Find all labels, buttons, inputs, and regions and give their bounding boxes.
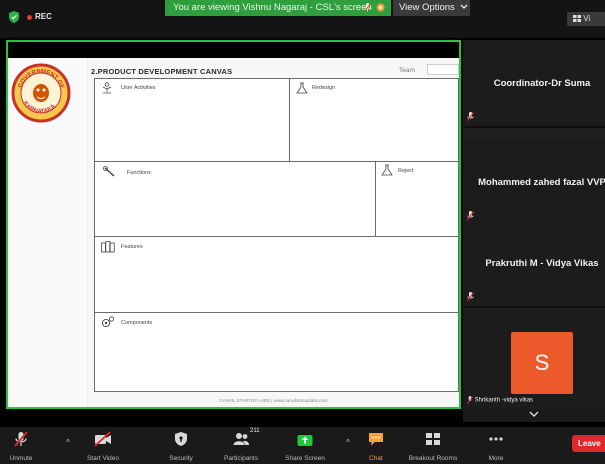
flask-reject-icon [381, 164, 393, 176]
more-dots-icon [489, 437, 503, 441]
participant-tile[interactable]: Mohammed zahed fazal VVP [463, 139, 605, 227]
components-label: Components [121, 320, 153, 326]
team-field [427, 64, 459, 75]
zoom-meeting-window: REC You are viewing Vishnu Nagaraj - CSL… [0, 0, 605, 464]
participants-label: Participants [224, 455, 258, 462]
mic-muted-icon [14, 431, 28, 447]
recording-dot-icon [27, 15, 32, 20]
components-cell: Components [94, 312, 459, 392]
breakout-rooms-label: Breakout Rooms [408, 455, 458, 462]
more-label: More [488, 455, 504, 462]
start-video-label: Start Video [86, 455, 120, 462]
participant-tile[interactable]: S Shrikanth -vidya vikas [463, 310, 605, 410]
wrench-icon [103, 166, 115, 177]
functions-cell: Functions [94, 161, 376, 237]
banner-mic-muted-icon [363, 3, 371, 13]
team-label: Team [399, 67, 415, 74]
unmute-button[interactable]: Unmute [2, 427, 40, 464]
participant-tile[interactable]: Prakruthi M - Vidya Vikas [463, 220, 605, 308]
karnataka-government-emblem: GOVERNMENT OF KARNATAKA [11, 63, 71, 123]
participants-button[interactable]: 211 Participants [215, 427, 267, 464]
emblem-column: GOVERNMENT OF KARNATAKA [8, 58, 88, 407]
unmute-label: Unmute [9, 455, 33, 462]
share-screen-label: Share Screen [285, 455, 325, 462]
view-mode-label: Vi [583, 14, 591, 23]
user-activities-label: User Activities [121, 85, 156, 91]
view-options-button[interactable]: View Options [393, 0, 470, 16]
recording-label: REC [35, 12, 52, 21]
canvas-title: 2.PRODUCT DEVELOPMENT CANVAS [91, 67, 233, 76]
mic-muted-icon [467, 292, 474, 301]
meeting-toolbar: Unmute ^ Start Video Security 211 Partic… [0, 427, 605, 464]
features-cell: Features [94, 236, 459, 313]
share-options-caret[interactable]: ^ [346, 438, 350, 447]
participant-name: Prakruthi M - Vidya Vikas [485, 258, 599, 269]
share-screen-icon [297, 435, 313, 446]
start-video-button[interactable]: Start Video [80, 427, 126, 464]
top-bar: REC You are viewing Vishnu Nagaraj - CSL… [0, 0, 605, 38]
participant-name-text: Shrikanth -vidya vikas [474, 397, 534, 404]
features-boxes-icon [101, 241, 115, 253]
functions-label: Functions [127, 170, 151, 176]
scroll-down-button[interactable] [463, 410, 605, 422]
reject-label: Reject [398, 168, 414, 174]
user-activities-icon [102, 82, 112, 94]
encryption-shield-icon[interactable] [9, 11, 19, 23]
banner-video-icon [376, 3, 385, 12]
view-options-label: View Options [399, 2, 455, 13]
audio-options-caret[interactable]: ^ [66, 438, 70, 447]
avatar: S [511, 332, 573, 394]
shared-screen-top-strip [8, 42, 459, 58]
breakout-rooms-button[interactable]: Breakout Rooms [404, 427, 462, 464]
participant-name: Coordinator-Dr Suma [493, 78, 591, 89]
participant-name: Mohammed zahed fazal VVP [478, 177, 605, 188]
participant-name: Shrikanth -vidya vikas [467, 396, 533, 404]
redesign-label: Redesign [312, 85, 336, 91]
mic-muted-icon [467, 396, 473, 404]
breakout-rooms-icon [426, 433, 440, 445]
chat-bubble-icon [369, 433, 383, 446]
view-mode-button[interactable]: Vi [567, 12, 605, 26]
participant-tile[interactable]: Coordinator-Dr Suma [463, 40, 605, 128]
shared-screen[interactable]: GOVERNMENT OF KARNATAKA 2.PRODUCT DEVELO… [6, 40, 461, 409]
participants-icon [233, 433, 249, 445]
mic-muted-icon [467, 112, 474, 121]
participants-count: 211 [250, 428, 260, 434]
participant-video-panel: Coordinator-Dr Suma Mohammed zahed fazal… [463, 40, 605, 422]
chat-button[interactable]: Chat [362, 427, 390, 464]
banner-status-icons [363, 0, 385, 16]
leave-button[interactable]: Leave [572, 435, 605, 452]
gears-icon [101, 316, 115, 328]
more-button[interactable]: More [477, 427, 515, 464]
redesign-cell: Redesign [289, 78, 459, 162]
reject-cell: Reject [375, 161, 459, 237]
share-screen-button[interactable]: Share Screen [280, 427, 330, 464]
canvas-footer: CANVIL STARTUP LABS | www.canvilstartupl… [219, 398, 328, 403]
security-button[interactable]: Security [162, 427, 200, 464]
flask-icon [296, 82, 308, 94]
viewing-screen-banner: You are viewing Vishnu Nagaraj - CSL's s… [165, 0, 391, 16]
chat-label: Chat [369, 455, 383, 462]
shared-document-page: GOVERNMENT OF KARNATAKA 2.PRODUCT DEVELO… [8, 58, 459, 407]
mic-muted-icon [467, 211, 474, 220]
grid-view-icon [573, 15, 581, 23]
user-activities-cell: User Activities [94, 78, 290, 162]
security-label: Security [169, 455, 193, 462]
chevron-down-icon [460, 4, 468, 9]
features-label: Features [121, 244, 143, 250]
chevron-down-icon [529, 411, 539, 417]
video-off-icon [94, 431, 111, 447]
shield-icon [175, 432, 187, 446]
viewing-banner-text: You are viewing Vishnu Nagaraj - CSL's s… [173, 2, 372, 13]
